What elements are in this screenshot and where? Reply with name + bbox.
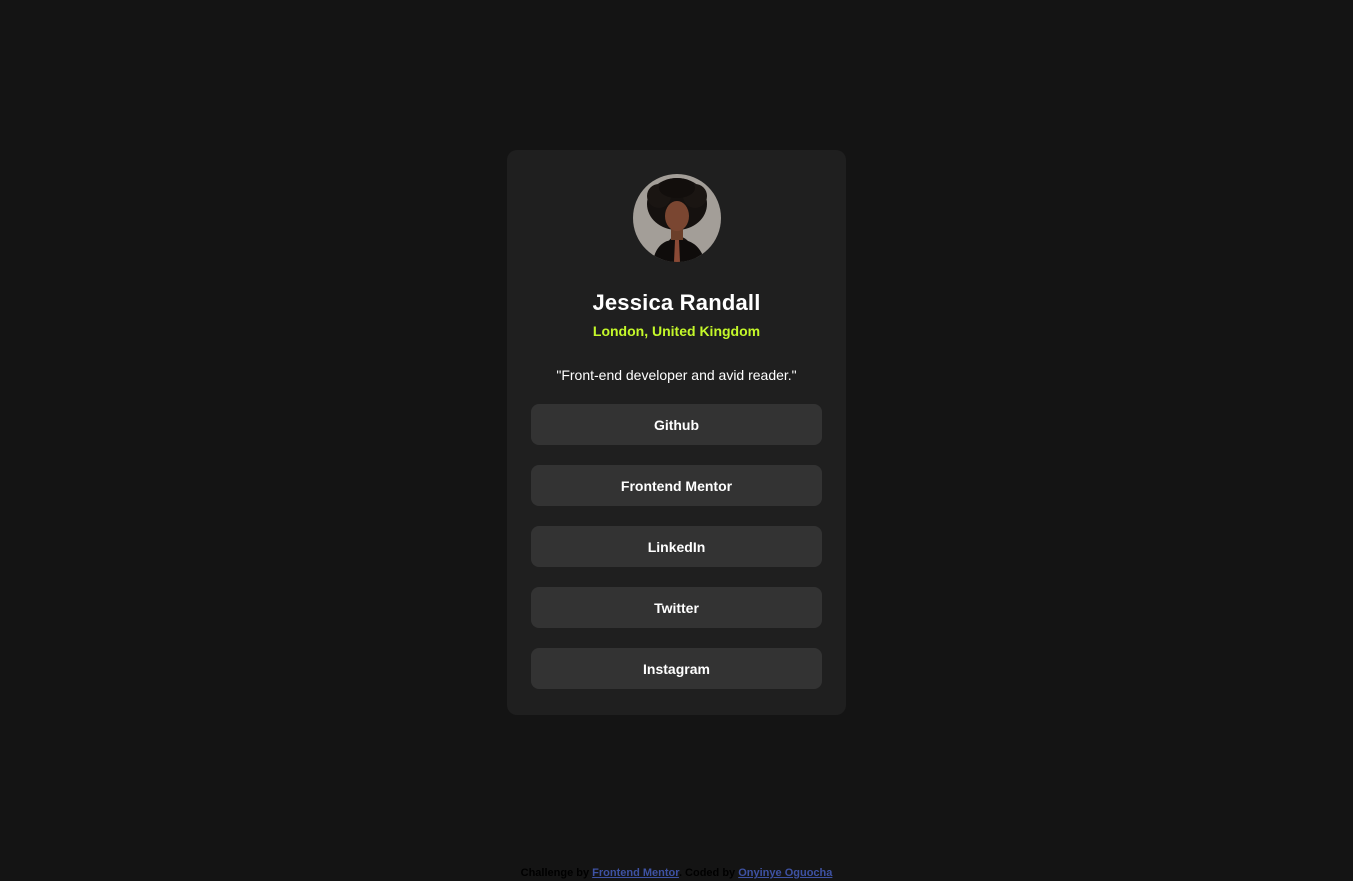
page: Jessica Randall London, United Kingdom "… (0, 0, 1353, 881)
avatar (632, 174, 721, 262)
footer-coded-text: . Coded by (678, 867, 736, 879)
frontend-mentor-link-button[interactable]: Frontend Mentor (531, 465, 822, 506)
profile-name: Jessica Randall (592, 290, 761, 315)
linkedin-link-button[interactable]: LinkedIn (531, 526, 822, 567)
footer-author-link[interactable]: Onyinye Oguocha (738, 867, 832, 879)
twitter-link-button[interactable]: Twitter (531, 587, 822, 628)
attribution-footer: Challenge by Frontend Mentor. Coded by O… (0, 866, 1353, 880)
social-links: Github Frontend Mentor LinkedIn Twitter … (531, 404, 822, 689)
instagram-link-button[interactable]: Instagram (531, 648, 822, 689)
profile-card: Jessica Randall London, United Kingdom "… (507, 150, 846, 715)
avatar-photo (632, 174, 721, 262)
profile-location: London, United Kingdom (592, 323, 761, 339)
profile-bio: "Front-end developer and avid reader." (556, 367, 797, 383)
footer-challenge-link[interactable]: Frontend Mentor (592, 867, 679, 879)
footer-challenge-text: Challenge by (520, 867, 590, 879)
github-link-button[interactable]: Github (531, 404, 822, 445)
